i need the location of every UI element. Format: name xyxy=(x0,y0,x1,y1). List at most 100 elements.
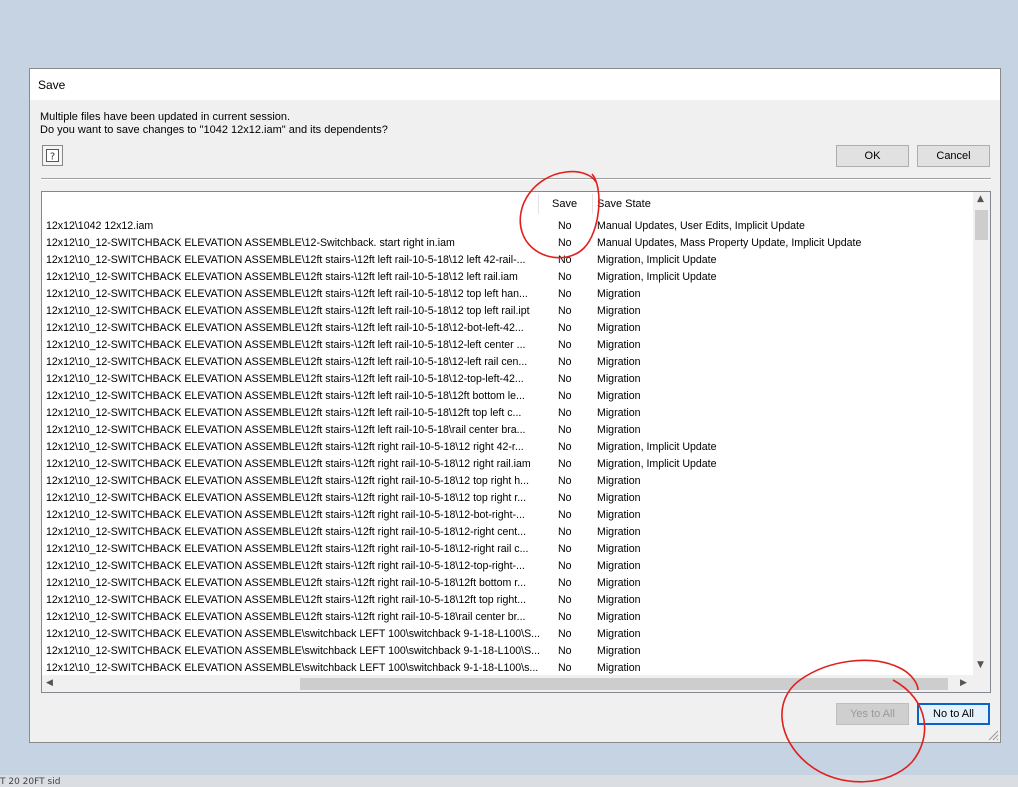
table-row[interactable]: 12x12\10_12-SWITCHBACK ELEVATION ASSEMBL… xyxy=(42,541,972,558)
divider xyxy=(41,178,991,180)
table-row[interactable]: 12x12\1042 12x12.iam No Manual Updates, Us… xyxy=(42,218,972,235)
save-cell[interactable]: No xyxy=(558,354,588,371)
table-row[interactable]: 12x12\10_12-SWITCHBACK ELEVATION ASSEMBL… xyxy=(42,592,972,609)
save-state-cell: Manual Updates, Mass Property Update, Im… xyxy=(597,237,862,249)
save-cell[interactable]: No xyxy=(558,473,588,490)
save-state-cell: Migration xyxy=(597,322,641,334)
table-row[interactable]: 12x12\10_12-SWITCHBACK ELEVATION ASSEMBL… xyxy=(42,490,972,507)
save-cell[interactable]: No xyxy=(558,252,588,269)
dialog-title: Save xyxy=(38,78,66,92)
table-row[interactable]: 12x12\10_12-SWITCHBACK ELEVATION ASSEMBL… xyxy=(42,286,972,303)
table-row[interactable]: 12x12\10_12-SWITCHBACK ELEVATION ASSEMBL… xyxy=(42,303,972,320)
file-rows: 12x12\1042 12x12.iam No Manual Updates, Us… xyxy=(42,218,972,677)
title-bar[interactable]: Save xyxy=(30,69,1000,100)
table-row[interactable]: 12x12\10_12-SWITCHBACK ELEVATION ASSEMBL… xyxy=(42,269,972,286)
save-cell[interactable]: No xyxy=(558,388,588,405)
save-cell[interactable]: No xyxy=(558,507,588,524)
cancel-button[interactable]: Cancel xyxy=(917,145,990,167)
file-path-cell: 12x12\1042 12x12.iam xyxy=(46,220,154,232)
column-header-save-state[interactable]: Save State xyxy=(597,192,797,216)
table-row[interactable]: 12x12\10_12-SWITCHBACK ELEVATION ASSEMBL… xyxy=(42,643,972,660)
table-row[interactable]: 12x12\10_12-SWITCHBACK ELEVATION ASSEMBL… xyxy=(42,371,972,388)
column-header-save[interactable]: Save xyxy=(552,192,592,216)
no-to-all-button[interactable]: No to All xyxy=(917,703,990,725)
file-path-cell: 12x12\10_12-SWITCHBACK ELEVATION ASSEMBL… xyxy=(46,594,527,606)
save-cell[interactable]: No xyxy=(558,524,588,541)
vertical-scrollbar[interactable]: ▲ ▼ xyxy=(973,192,990,675)
table-row[interactable]: 12x12\10_12-SWITCHBACK ELEVATION ASSEMBL… xyxy=(42,320,972,337)
table-row[interactable]: 12x12\10_12-SWITCHBACK ELEVATION ASSEMBL… xyxy=(42,388,972,405)
scroll-right-icon[interactable]: ▶ xyxy=(960,678,967,688)
help-button[interactable]: ? xyxy=(42,145,63,166)
save-cell[interactable]: No xyxy=(558,235,588,252)
save-cell[interactable]: No xyxy=(558,575,588,592)
save-state-cell: Migration, Implicit Update xyxy=(597,271,717,283)
save-state-cell: Migration xyxy=(597,288,641,300)
save-cell[interactable]: No xyxy=(558,490,588,507)
table-row[interactable]: 12x12\10_12-SWITCHBACK ELEVATION ASSEMBL… xyxy=(42,235,972,252)
horizontal-scroll-thumb[interactable] xyxy=(300,678,948,690)
ok-button[interactable]: OK xyxy=(836,145,909,167)
save-cell[interactable]: No xyxy=(558,643,588,660)
save-cell[interactable]: No xyxy=(558,439,588,456)
table-row[interactable]: 12x12\10_12-SWITCHBACK ELEVATION ASSEMBL… xyxy=(42,252,972,269)
save-cell[interactable]: No xyxy=(558,422,588,439)
table-row[interactable]: 12x12\10_12-SWITCHBACK ELEVATION ASSEMBL… xyxy=(42,558,972,575)
save-cell[interactable]: No xyxy=(558,541,588,558)
table-row[interactable]: 12x12\10_12-SWITCHBACK ELEVATION ASSEMBL… xyxy=(42,524,972,541)
save-state-cell: Migration xyxy=(597,526,641,538)
table-row[interactable]: 12x12\10_12-SWITCHBACK ELEVATION ASSEMBL… xyxy=(42,456,972,473)
table-row[interactable]: 12x12\10_12-SWITCHBACK ELEVATION ASSEMBL… xyxy=(42,473,972,490)
scroll-up-icon[interactable]: ▲ xyxy=(977,194,984,204)
save-cell[interactable]: No xyxy=(558,286,588,303)
save-cell[interactable]: No xyxy=(558,558,588,575)
save-cell[interactable]: No xyxy=(558,218,588,235)
table-row[interactable]: 12x12\10_12-SWITCHBACK ELEVATION ASSEMBL… xyxy=(42,575,972,592)
save-cell[interactable]: No xyxy=(558,609,588,626)
table-row[interactable]: 12x12\10_12-SWITCHBACK ELEVATION ASSEMBL… xyxy=(42,405,972,422)
table-row[interactable]: 12x12\10_12-SWITCHBACK ELEVATION ASSEMBL… xyxy=(42,354,972,371)
file-path-cell: 12x12\10_12-SWITCHBACK ELEVATION ASSEMBL… xyxy=(46,645,540,657)
save-state-cell: Migration xyxy=(597,373,641,385)
file-path-cell: 12x12\10_12-SWITCHBACK ELEVATION ASSEMBL… xyxy=(46,441,524,453)
table-row[interactable]: 12x12\10_12-SWITCHBACK ELEVATION ASSEMBL… xyxy=(42,507,972,524)
save-cell[interactable]: No xyxy=(558,337,588,354)
column-header-path[interactable] xyxy=(46,192,536,216)
file-path-cell: 12x12\10_12-SWITCHBACK ELEVATION ASSEMBL… xyxy=(46,543,529,555)
save-cell[interactable]: No xyxy=(558,626,588,643)
scroll-down-icon[interactable]: ▼ xyxy=(977,660,984,670)
save-state-cell: Migration xyxy=(597,424,641,436)
table-row[interactable]: 12x12\10_12-SWITCHBACK ELEVATION ASSEMBL… xyxy=(42,439,972,456)
file-path-cell: 12x12\10_12-SWITCHBACK ELEVATION ASSEMBL… xyxy=(46,560,525,572)
column-separator[interactable] xyxy=(592,194,593,214)
save-cell[interactable]: No xyxy=(558,269,588,286)
table-row[interactable]: 12x12\10_12-SWITCHBACK ELEVATION ASSEMBL… xyxy=(42,422,972,439)
save-cell[interactable]: No xyxy=(558,371,588,388)
file-path-cell: 12x12\10_12-SWITCHBACK ELEVATION ASSEMBL… xyxy=(46,373,524,385)
file-path-cell: 12x12\10_12-SWITCHBACK ELEVATION ASSEMBL… xyxy=(46,458,531,470)
file-list[interactable]: Save Save State 12x12\1042 12x12.iam No Ma… xyxy=(41,191,991,693)
save-state-cell: Migration xyxy=(597,356,641,368)
save-state-cell: Migration xyxy=(597,339,641,351)
table-row[interactable]: 12x12\10_12-SWITCHBACK ELEVATION ASSEMBL… xyxy=(42,609,972,626)
save-state-cell: Migration, Implicit Update xyxy=(597,458,717,470)
resize-grip-icon[interactable] xyxy=(987,729,999,741)
file-path-cell: 12x12\10_12-SWITCHBACK ELEVATION ASSEMBL… xyxy=(46,390,525,402)
vertical-scroll-thumb[interactable] xyxy=(975,210,988,240)
message-line-2: Do you want to save changes to "1042 12x… xyxy=(40,124,388,136)
save-state-cell: Migration xyxy=(597,475,641,487)
save-cell[interactable]: No xyxy=(558,405,588,422)
save-state-cell: Migration xyxy=(597,407,641,419)
save-cell[interactable]: No xyxy=(558,592,588,609)
save-cell[interactable]: No xyxy=(558,320,588,337)
save-state-cell: Migration xyxy=(597,390,641,402)
scroll-left-icon[interactable]: ◀ xyxy=(46,678,53,688)
save-cell[interactable]: No xyxy=(558,303,588,320)
yes-to-all-button[interactable]: Yes to All xyxy=(836,703,909,725)
column-separator[interactable] xyxy=(538,194,539,214)
file-path-cell: 12x12\10_12-SWITCHBACK ELEVATION ASSEMBL… xyxy=(46,237,455,249)
save-cell[interactable]: No xyxy=(558,456,588,473)
horizontal-scrollbar[interactable]: ◀ ▶ xyxy=(42,675,990,692)
table-row[interactable]: 12x12\10_12-SWITCHBACK ELEVATION ASSEMBL… xyxy=(42,337,972,354)
table-row[interactable]: 12x12\10_12-SWITCHBACK ELEVATION ASSEMBL… xyxy=(42,626,972,643)
